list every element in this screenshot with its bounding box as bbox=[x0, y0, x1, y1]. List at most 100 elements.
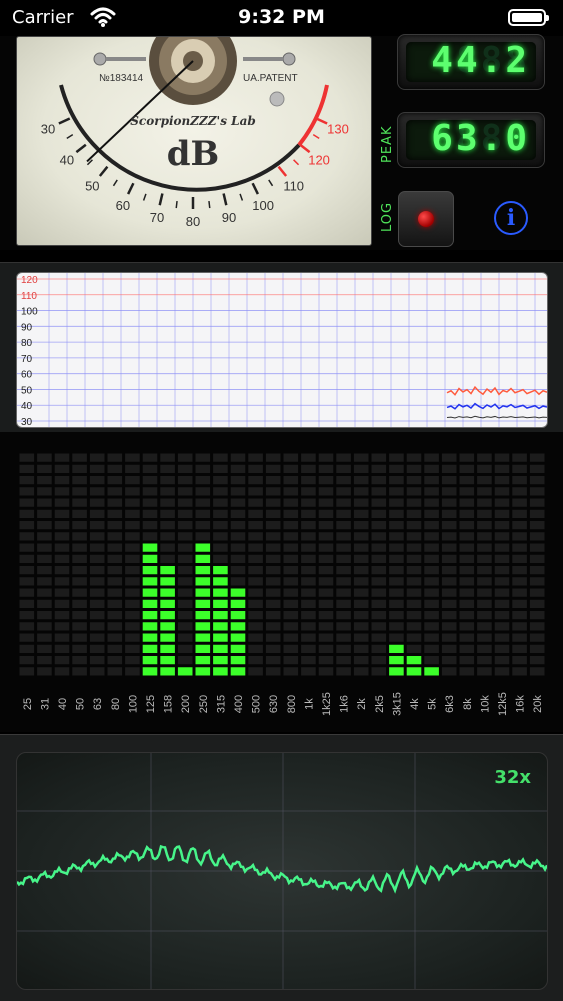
spectrum-segment bbox=[54, 521, 70, 530]
spectrum-segment bbox=[494, 453, 510, 462]
spectrum-segment bbox=[529, 599, 545, 608]
spectrum-segment bbox=[389, 509, 404, 518]
spectrum-segment bbox=[389, 599, 404, 608]
spectrum-segment bbox=[265, 476, 281, 485]
spectrum-segment bbox=[230, 656, 246, 665]
spectrum-segment bbox=[230, 554, 246, 563]
spectrum-segment bbox=[371, 667, 387, 676]
spectrum-segment bbox=[406, 611, 422, 620]
zoom-label[interactable]: 32x bbox=[494, 767, 531, 788]
spectrum-segment bbox=[125, 599, 140, 608]
spectrum-segment bbox=[54, 611, 70, 620]
spectrum-segment bbox=[89, 566, 105, 575]
spectrum-segment bbox=[142, 656, 158, 665]
spectrum-segment bbox=[195, 577, 211, 586]
spectrum-segment bbox=[424, 599, 439, 608]
spectrum-segment bbox=[195, 566, 211, 575]
spectrum-segment bbox=[37, 476, 52, 485]
spectrum-band-6k3 bbox=[441, 453, 457, 676]
spectrum-segment bbox=[529, 532, 545, 541]
spectrum-segment bbox=[512, 611, 527, 620]
spectrum-segment bbox=[72, 667, 87, 676]
spectrum-segment bbox=[230, 633, 246, 642]
log-record-button[interactable] bbox=[398, 191, 454, 247]
spectrum-segment bbox=[512, 521, 527, 530]
spectrum-segment bbox=[177, 453, 193, 462]
spectrum-segment bbox=[125, 656, 140, 665]
meter-tick bbox=[158, 193, 164, 206]
spectrum-segment bbox=[89, 464, 105, 473]
spectrum-band-label: 10k bbox=[479, 695, 491, 713]
spectrum-segment bbox=[142, 577, 158, 586]
spectrum-segment bbox=[125, 588, 140, 597]
spectrum-segment bbox=[283, 543, 299, 552]
spectrum-segment bbox=[283, 667, 299, 676]
spectrum-segment bbox=[177, 599, 193, 608]
spectrum-segment bbox=[441, 487, 457, 496]
spectrum-segment bbox=[230, 521, 246, 530]
spectrum-segment bbox=[107, 554, 123, 563]
spectrum-segment bbox=[160, 667, 175, 676]
spectrum-segment bbox=[371, 487, 387, 496]
spectrum-segment bbox=[248, 611, 263, 620]
spectrum-band-250 bbox=[195, 453, 211, 676]
spectrum-segment bbox=[477, 476, 492, 485]
spectrum-segment bbox=[248, 644, 263, 653]
spectrum-segment bbox=[142, 509, 158, 518]
info-button[interactable]: i bbox=[494, 201, 528, 235]
spectrum-segment bbox=[318, 498, 334, 507]
spectrum-segment bbox=[477, 509, 492, 518]
spectrum-segment bbox=[283, 611, 299, 620]
spectrum-segment bbox=[459, 566, 475, 575]
battery-icon bbox=[508, 9, 549, 26]
spectrum-band-2k bbox=[353, 453, 369, 676]
spectrum-band-label: 31 bbox=[39, 698, 51, 710]
spectrum-segment bbox=[265, 554, 281, 563]
spectrum-segment bbox=[230, 543, 246, 552]
spectrum-segment bbox=[477, 588, 492, 597]
spectrum-segment bbox=[160, 656, 175, 665]
meter-patent: UA.PATENT bbox=[243, 73, 298, 84]
spectrum-segment bbox=[529, 487, 545, 496]
spectrum-segment bbox=[529, 476, 545, 485]
spectrum-segment bbox=[125, 476, 140, 485]
spectrum-segment bbox=[406, 644, 422, 653]
spectrum-segment bbox=[213, 656, 228, 665]
spectrum-segment bbox=[265, 453, 281, 462]
spectrum-segment bbox=[72, 498, 87, 507]
spectrum-segment bbox=[72, 577, 87, 586]
spectrum-segment bbox=[318, 599, 334, 608]
spectrum-segment bbox=[265, 656, 281, 665]
spectrum-band-25 bbox=[19, 453, 35, 676]
spectrum-segment bbox=[371, 521, 387, 530]
spectrum-segment bbox=[441, 577, 457, 586]
spectrum-segment bbox=[494, 667, 510, 676]
history-y-label: 70 bbox=[21, 354, 33, 365]
spectrum-segment bbox=[283, 633, 299, 642]
spectrum-segment bbox=[318, 577, 334, 586]
spectrum-segment bbox=[230, 487, 246, 496]
spectrum-segment bbox=[477, 521, 492, 530]
lab-name: ScorpionZZZ's Lab bbox=[130, 114, 255, 128]
spectrum-segment bbox=[459, 554, 475, 563]
spectrum-segment bbox=[248, 453, 263, 462]
spectrum-segment bbox=[512, 633, 527, 642]
spectrum-segment bbox=[389, 498, 404, 507]
screw-right bbox=[282, 52, 296, 66]
spectrum-segment bbox=[89, 532, 105, 541]
spectrum-segment bbox=[142, 521, 158, 530]
spectrum-segment bbox=[107, 599, 123, 608]
spectrum-segment bbox=[248, 498, 263, 507]
spectrum-segment bbox=[424, 588, 439, 597]
spectrum-segment bbox=[195, 464, 211, 473]
spectrum-segment bbox=[265, 509, 281, 518]
spectrum-segment bbox=[125, 498, 140, 507]
spectrum-segment bbox=[72, 487, 87, 496]
meter-tick bbox=[208, 201, 211, 209]
spectrum-segment bbox=[477, 644, 492, 653]
log-label: LOG bbox=[380, 201, 395, 232]
spectrum-segment bbox=[230, 566, 246, 575]
spectrum-segment bbox=[107, 476, 123, 485]
spectrum-segment bbox=[406, 509, 422, 518]
spectrum-segment bbox=[459, 543, 475, 552]
